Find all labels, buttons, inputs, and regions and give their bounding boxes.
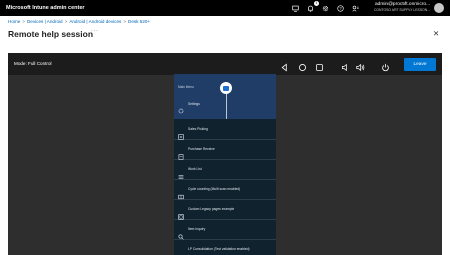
power-icon[interactable] <box>381 59 390 72</box>
breadcrumb-android-devices[interactable]: Android | Android devices <box>69 19 121 24</box>
device-menu-item[interactable]: Custom Legacy pages example <box>174 200 276 220</box>
device-menu-item-label: Item Inquiry <box>188 227 206 231</box>
device-menu-item[interactable]: Cycle counting (Multi scan enabled) <box>174 180 276 200</box>
session-toolbar: Mode: Full Control Leave <box>8 53 442 75</box>
device-menu-item-label: LP Consolidation (Test validation enable… <box>188 247 250 251</box>
leave-button[interactable]: Leave <box>404 58 436 71</box>
svg-text:?: ? <box>340 6 343 11</box>
list-icon <box>178 167 184 179</box>
remote-session-view[interactable]: Mode: Full Control Leave Main Menu Setti… <box>8 53 442 255</box>
topbar-icons: 1 ? <box>292 1 360 12</box>
monitor-icon[interactable] <box>292 4 300 12</box>
page-icon <box>178 207 184 220</box>
help-icon[interactable]: ? <box>337 4 345 12</box>
gear-icon[interactable] <box>322 4 330 12</box>
breadcrumb: Home > Devices | Android > Android | Android… <box>8 19 151 24</box>
device-menu-item[interactable]: Sales Picking <box>174 120 276 140</box>
mode-label: Mode: Full Control <box>14 61 52 66</box>
device-settings-item[interactable]: Settings <box>188 102 200 106</box>
merge-icon <box>178 247 184 255</box>
device-screen[interactable]: Main Menu Settings Sales Picking Purchas… <box>174 74 276 255</box>
device-menu-item-label: Work List <box>188 167 202 171</box>
account-info[interactable]: admin@proc5ft.onmicro... CONTOSO ART SUP… <box>373 3 430 13</box>
volume-up-icon[interactable] <box>356 59 365 72</box>
document-icon <box>178 147 184 160</box>
app-title[interactable]: Microsoft Intune admin center <box>0 5 292 11</box>
home-icon[interactable] <box>298 59 307 71</box>
close-button[interactable]: ✕ <box>433 29 439 38</box>
search-icon <box>178 227 184 240</box>
pointer-line <box>226 94 227 119</box>
device-menu-item[interactable]: Work List <box>174 160 276 180</box>
device-menu-item[interactable]: Item Inquiry <box>174 220 276 240</box>
top-bar: Microsoft Intune admin center 1 ? admin@… <box>0 0 450 16</box>
settings-icon <box>178 101 184 114</box>
device-header: Main Menu Settings <box>174 74 276 119</box>
recents-icon[interactable] <box>315 59 324 71</box>
page-title: Remote help session <box>8 29 94 39</box>
device-main-menu-label: Main Menu <box>178 85 194 89</box>
device-menu-item-label: Custom Legacy pages example <box>188 207 235 211</box>
breadcrumb-devices-android[interactable]: Devices | Android <box>27 19 63 24</box>
breadcrumb-home[interactable]: Home <box>8 19 20 24</box>
list-icon <box>178 127 184 140</box>
feedback-icon[interactable] <box>352 4 360 12</box>
device-menu-item-label: Purchase Receive <box>188 147 215 151</box>
device-menu-item[interactable]: Purchase Receive <box>174 140 276 160</box>
device-menu-item[interactable]: LP Consolidation (Test validation enable… <box>174 240 276 255</box>
bell-icon[interactable]: 1 <box>307 1 319 12</box>
back-icon[interactable] <box>280 59 289 72</box>
breadcrumb-device[interactable]: Desk 520+ <box>128 19 150 24</box>
device-menu-item-label: Sales Picking <box>188 127 208 131</box>
avatar[interactable] <box>434 3 444 13</box>
account-org: CONTOSO ART SUPPLY LESSON... <box>373 8 430 13</box>
remote-pointer-icon <box>220 82 232 94</box>
more-options-button[interactable]: ··· <box>91 28 99 34</box>
notification-badge: 1 <box>313 1 319 6</box>
device-menu-item-label: Cycle counting (Multi scan enabled) <box>188 187 241 191</box>
counter-icon <box>178 187 184 200</box>
volume-down-icon[interactable] <box>341 59 350 72</box>
